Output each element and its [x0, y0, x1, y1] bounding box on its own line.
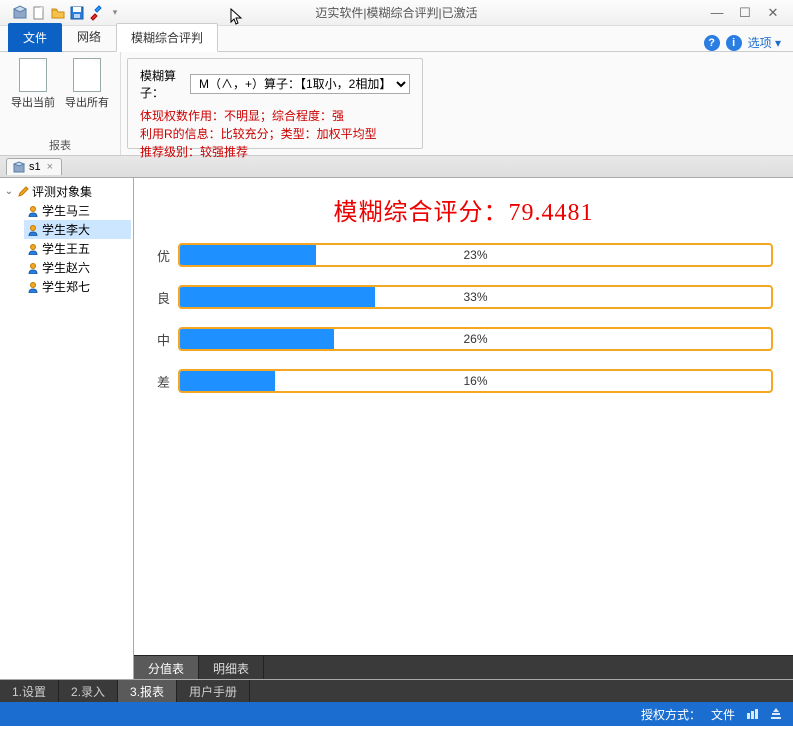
edit-icon: [16, 185, 30, 199]
window-title: 迈实软件|模糊综合评判|已激活: [315, 4, 477, 21]
options-menu[interactable]: 选项 ▾: [748, 34, 781, 51]
bar-outer: 23%: [178, 243, 773, 267]
info-icon[interactable]: i: [726, 35, 742, 51]
tree-item-label: 学生李大: [42, 221, 90, 238]
bar-fill: [180, 329, 334, 349]
bar-outer: 26%: [178, 327, 773, 351]
expander-icon[interactable]: ⌄: [4, 186, 14, 197]
bottom-tab[interactable]: 1.设置: [0, 680, 59, 702]
document-icon: [73, 58, 101, 92]
status-icon-2[interactable]: [769, 707, 783, 721]
cube-icon: [13, 161, 25, 173]
content-pane: 模糊综合评分：79.4481 优 23% 良 33% 中 26% 差 16% 分值表明细表: [134, 178, 793, 679]
document-tab-close[interactable]: ×: [45, 161, 55, 173]
close-button[interactable]: ✕: [759, 3, 787, 23]
bar-value-label: 16%: [463, 374, 487, 388]
bottom-tabs: 1.设置2.录入3.报表用户手册: [0, 680, 793, 702]
tree-item[interactable]: 学生王五: [24, 239, 131, 258]
person-icon: [26, 261, 40, 275]
tree-root-label: 评测对象集: [32, 183, 92, 200]
sub-tab[interactable]: 明细表: [199, 656, 264, 679]
tools-icon[interactable]: [88, 5, 104, 21]
tree-item[interactable]: 学生马三: [24, 201, 131, 220]
chart-area: 模糊综合评分：79.4481 优 23% 良 33% 中 26% 差 16%: [134, 178, 793, 655]
document-icon: [19, 58, 47, 92]
bottom-tab[interactable]: 2.录入: [59, 680, 118, 702]
bottom-tab[interactable]: 3.报表: [118, 680, 177, 702]
bottom-tab[interactable]: 用户手册: [177, 680, 250, 702]
export-current-button[interactable]: 导出当前: [10, 58, 56, 110]
sub-tab[interactable]: 分值表: [134, 656, 199, 679]
bar-value-label: 33%: [463, 290, 487, 304]
app-icon: [12, 5, 28, 21]
person-icon: [26, 204, 40, 218]
person-icon: [26, 280, 40, 294]
document-tab-label: s1: [29, 161, 41, 173]
status-label: 授权方式：: [641, 706, 701, 723]
help-icon[interactable]: ?: [704, 35, 720, 51]
options-label: 选项: [748, 36, 772, 50]
bar-outer: 33%: [178, 285, 773, 309]
open-icon[interactable]: [50, 5, 66, 21]
bar-fill: [180, 287, 375, 307]
bar-row: 优 23%: [154, 243, 773, 267]
maximize-button[interactable]: ☐: [731, 3, 759, 23]
status-bar: 授权方式： 文件: [0, 702, 793, 726]
bar-fill: [180, 371, 275, 391]
new-icon[interactable]: [31, 5, 47, 21]
tab-fuzzy[interactable]: 模糊综合评判: [116, 23, 218, 52]
main-area: ⌄ 评测对象集 学生马三学生李大学生王五学生赵六学生郑七 模糊综合评分：79.4…: [0, 178, 793, 680]
bar-value-label: 23%: [463, 248, 487, 262]
cursor-icon: [230, 8, 244, 26]
sub-tabs: 分值表明细表: [134, 655, 793, 679]
tree-root-row[interactable]: ⌄ 评测对象集: [2, 182, 131, 201]
export-all-button[interactable]: 导出所有: [64, 58, 110, 110]
ribbon-settings-panel: 模糊算子： M（∧，+）算子：【1取小，2相加】 体现权数作用：不明显；综合程度…: [127, 58, 423, 149]
window-controls: — ☐ ✕: [703, 3, 793, 23]
ribbon-group-title: 报表: [49, 133, 71, 153]
tab-network[interactable]: 网络: [62, 22, 116, 51]
tab-file[interactable]: 文件: [8, 23, 62, 52]
bar-category-label: 差: [154, 372, 170, 391]
qat-dropdown-icon[interactable]: ▾: [107, 5, 123, 21]
hint-line-2: 利用R的信息：比较充分；类型：加权平均型: [140, 125, 410, 143]
minimize-button[interactable]: —: [703, 3, 731, 23]
tree-item-label: 学生马三: [42, 202, 90, 219]
save-icon[interactable]: [69, 5, 85, 21]
score-title: 模糊综合评分：79.4481: [154, 192, 773, 227]
hint-line-1: 体现权数作用：不明显；综合程度：强: [140, 107, 410, 125]
quick-access-toolbar: ▾: [0, 5, 123, 21]
tree-item-label: 学生郑七: [42, 278, 90, 295]
bar-category-label: 中: [154, 330, 170, 349]
tree-item[interactable]: 学生李大: [24, 220, 131, 239]
export-all-label: 导出所有: [65, 94, 109, 110]
ribbon-group-report: 导出当前 导出所有 报表: [0, 52, 121, 155]
tree-item-label: 学生赵六: [42, 259, 90, 276]
operator-select[interactable]: M（∧，+）算子：【1取小，2相加】: [190, 74, 410, 94]
bar-value-label: 26%: [463, 332, 487, 346]
person-icon: [26, 223, 40, 237]
status-icon-1: [745, 707, 759, 721]
ribbon-body: 导出当前 导出所有 报表 模糊算子： M（∧，+）算子：【1取小，2相加】 体现…: [0, 52, 793, 156]
bar-outer: 16%: [178, 369, 773, 393]
person-icon: [26, 242, 40, 256]
bar-fill: [180, 245, 316, 265]
tree-item-label: 学生王五: [42, 240, 90, 257]
tree-item[interactable]: 学生郑七: [24, 277, 131, 296]
hint-line-3: 推荐级别：较强推荐: [140, 143, 410, 161]
bar-row: 良 33%: [154, 285, 773, 309]
bar-category-label: 良: [154, 288, 170, 307]
tree-pane: ⌄ 评测对象集 学生马三学生李大学生王五学生赵六学生郑七: [0, 178, 134, 679]
bar-row: 中 26%: [154, 327, 773, 351]
status-value: 文件: [711, 706, 735, 723]
bar-category-label: 优: [154, 246, 170, 265]
document-tab[interactable]: s1 ×: [6, 158, 62, 175]
bar-row: 差 16%: [154, 369, 773, 393]
operator-label: 模糊算子：: [140, 67, 184, 101]
export-current-label: 导出当前: [11, 94, 55, 110]
ribbon-tabs: 文件 网络 模糊综合评判 ? i 选项 ▾: [0, 26, 793, 52]
tree-item[interactable]: 学生赵六: [24, 258, 131, 277]
